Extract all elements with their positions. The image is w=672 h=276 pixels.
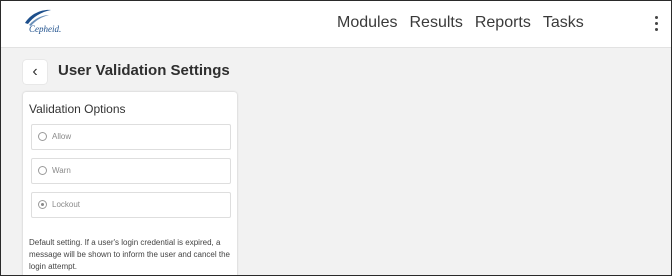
cepheid-logo[interactable]: Cepheid. xyxy=(21,9,91,41)
option-label: Lockout xyxy=(52,200,81,209)
app-window: Cepheid. Modules Results Reports Tasks ‹… xyxy=(0,0,672,276)
option-label: Allow xyxy=(52,132,72,141)
top-bar: Cepheid. Modules Results Reports Tasks xyxy=(1,1,671,48)
nav-modules[interactable]: Modules xyxy=(337,14,397,32)
logo-text: Cepheid. xyxy=(29,24,62,34)
nav-tasks[interactable]: Tasks xyxy=(543,14,584,32)
chevron-left-icon: ‹ xyxy=(32,63,38,80)
more-menu-icon[interactable] xyxy=(655,16,659,32)
radio-lockout[interactable] xyxy=(38,200,47,209)
radio-warn[interactable] xyxy=(38,166,47,175)
option-label: Warn xyxy=(52,166,71,175)
option-lockout[interactable]: Lockout xyxy=(31,192,231,218)
validation-options-card: Validation Options Allow Warn Lockout De… xyxy=(23,92,237,275)
back-button[interactable]: ‹ xyxy=(23,60,47,84)
nav-reports[interactable]: Reports xyxy=(475,14,531,32)
card-title: Validation Options xyxy=(29,102,126,116)
option-allow[interactable]: Allow xyxy=(31,124,231,150)
page-title: User Validation Settings xyxy=(58,62,230,79)
radio-allow[interactable] xyxy=(38,132,47,141)
main-nav: Modules Results Reports Tasks xyxy=(337,14,584,32)
option-warn[interactable]: Warn xyxy=(31,158,231,184)
option-description: Default setting. If a user's login crede… xyxy=(29,238,230,271)
nav-results[interactable]: Results xyxy=(409,14,462,32)
